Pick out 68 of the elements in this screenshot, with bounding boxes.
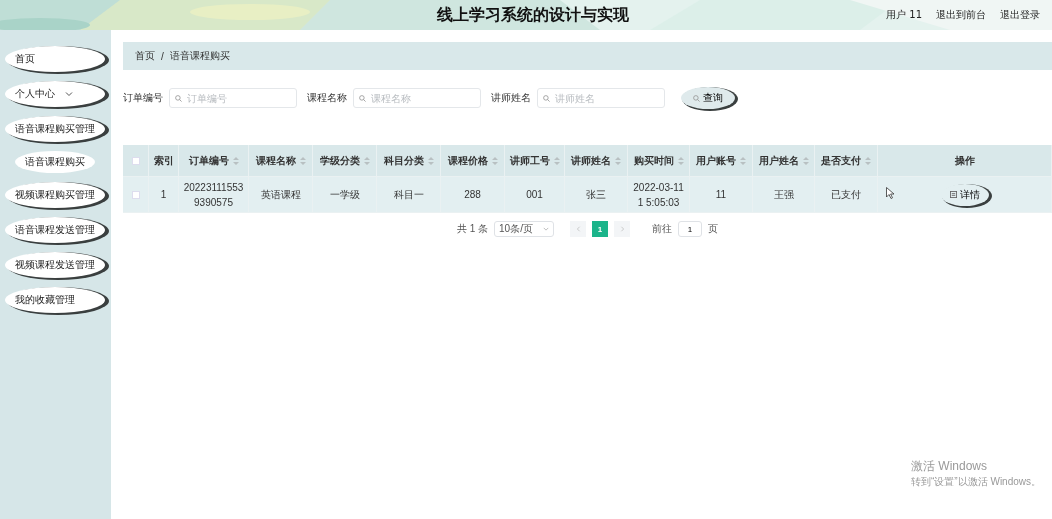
table-cell-text: 王强 (773, 188, 794, 202)
submenu-item[interactable]: 语音课程购买 (15, 151, 95, 173)
column-header[interactable]: 课程名称 (249, 145, 313, 177)
column-header[interactable]: 订单编号 (179, 145, 249, 177)
search-icon (693, 94, 700, 102)
table-cell-text: 已支付 (831, 188, 861, 202)
column-header[interactable]: 科目分类 (377, 145, 441, 177)
column-header[interactable]: 是否支付 (815, 145, 878, 177)
document-icon (949, 191, 957, 198)
next-page-button[interactable] (614, 221, 631, 237)
table-cell-text: 英语课程 (260, 188, 301, 202)
column-header[interactable]: 用户账号 (690, 145, 753, 177)
breadcrumb-item[interactable]: 首页 (135, 49, 155, 63)
user-label: 用户 11 (886, 8, 922, 22)
table-cell-text: 张三 (586, 188, 606, 202)
table-cell-text: 001 (526, 188, 543, 202)
search-field[interactable]: 课程名称 (353, 88, 481, 108)
field-label: 讲师姓名 (491, 91, 531, 105)
query-button[interactable]: 查询 (681, 87, 735, 109)
table-cell-text: 288 (464, 188, 481, 202)
activation-title: 激活 Windows (911, 458, 988, 475)
cursor-icon (886, 187, 894, 199)
menu-item[interactable]: 视频课程发送管理 (5, 252, 105, 278)
column-header: 索引 (149, 145, 179, 177)
header-link[interactable]: 退出到前台 (936, 8, 986, 22)
table-cell-text: 20223111553 9390575 (182, 180, 245, 210)
goto-label: 前往 (652, 222, 673, 236)
field-label: 课程名称 (307, 91, 347, 105)
breadcrumb-separator: / (161, 50, 164, 62)
column-header[interactable]: 讲师姓名 (565, 145, 628, 177)
menu-item[interactable]: 个人中心 (5, 81, 105, 107)
table-cell-text: 科目一 (393, 188, 424, 202)
column-header[interactable]: 课程价格 (441, 145, 505, 177)
field-label: 订单编号 (123, 91, 163, 105)
chevron-down-icon (543, 226, 550, 232)
header-link[interactable]: 退出登录 (1000, 8, 1040, 22)
checkbox[interactable] (131, 190, 140, 199)
checkbox[interactable] (131, 156, 140, 165)
total-count: 共 1 条 (456, 222, 489, 236)
menu-item[interactable]: 视频课程购买管理 (5, 182, 105, 208)
activation-text: 转到“设置”以激活 Windows。 (911, 475, 1041, 489)
chevron-right-icon (619, 226, 625, 232)
column-header[interactable]: 学级分类 (313, 145, 377, 177)
page-size-select[interactable]: 10条/页 (494, 221, 555, 237)
column-header[interactable]: 用户姓名 (753, 145, 815, 177)
table-cell-text: 2022-03-11 1 5:05:03 (632, 180, 685, 210)
menu-item[interactable]: 我的收藏管理 (5, 287, 105, 313)
search-icon (543, 95, 550, 102)
menu-item[interactable]: 首页 (5, 46, 105, 72)
table-cell-text: 一学级 (329, 188, 360, 202)
menu-item[interactable]: 语音课程购买管理 (5, 116, 105, 142)
page-title: 线上学习系统的设计与实现 (436, 4, 631, 26)
chevron-down-icon (65, 90, 73, 98)
column-header: 操作 (878, 145, 1052, 177)
menu-item[interactable]: 语音课程发送管理 (5, 217, 105, 243)
previous-page-button[interactable] (570, 221, 587, 237)
breadcrumb-item: 语音课程购买 (169, 49, 230, 63)
page-input[interactable]: 1 (678, 221, 703, 237)
table-cell-text: 1 (160, 188, 167, 202)
table-cell-text: 11 (715, 188, 727, 202)
search-icon (175, 95, 182, 102)
search-field[interactable]: 讲师姓名 (537, 88, 665, 108)
page-unit: 页 (708, 222, 719, 236)
column-header[interactable]: 讲师工号 (505, 145, 565, 177)
chevron-left-icon (575, 226, 581, 232)
column-header[interactable]: 购买时间 (628, 145, 690, 177)
search-icon (359, 95, 366, 102)
details-button[interactable]: 详情 (940, 183, 989, 206)
